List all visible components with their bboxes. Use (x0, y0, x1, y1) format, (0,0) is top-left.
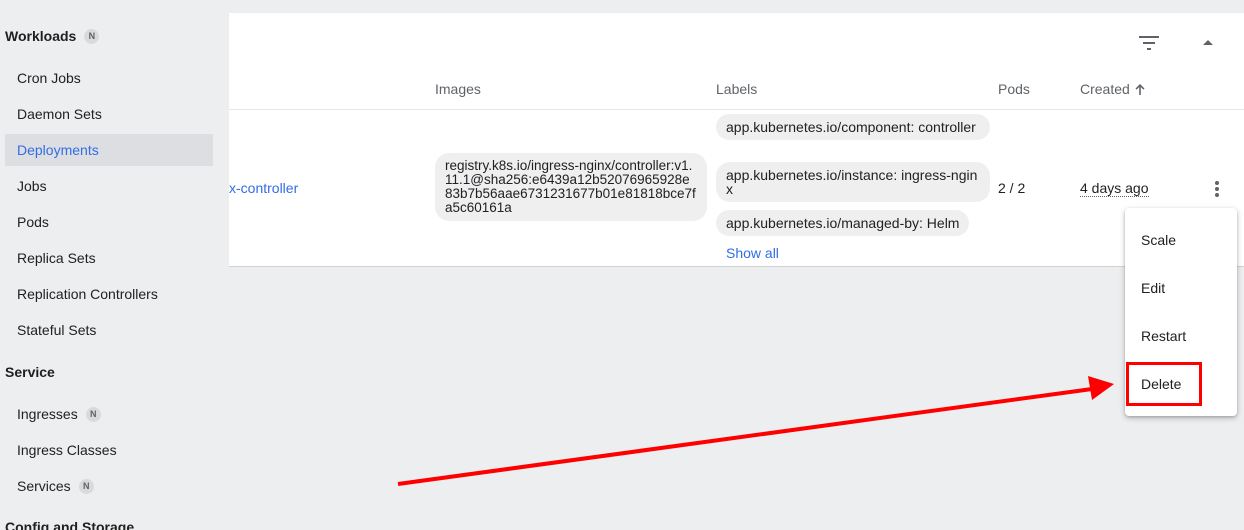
annotation-arrow (397, 376, 1114, 486)
